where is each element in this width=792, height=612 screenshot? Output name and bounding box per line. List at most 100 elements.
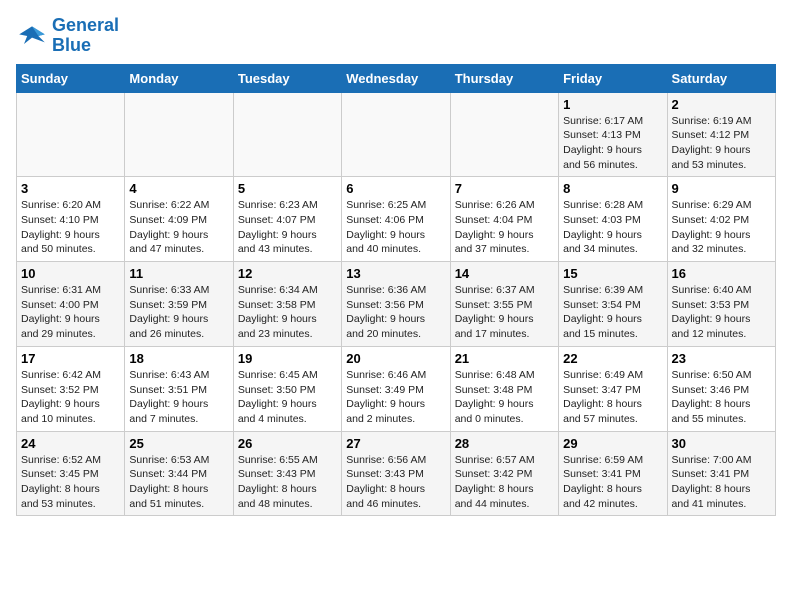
calendar-cell: 3 Sunrise: 6:20 AM Sunset: 4:10 PM Daylig… <box>17 177 125 262</box>
calendar-cell: 2Sunrise: 6:19 AM Sunset: 4:12 PM Daylig… <box>667 92 775 177</box>
day-info: Sunrise: 6:37 AM Sunset: 3:55 PM Dayligh… <box>455 283 554 342</box>
day-number: 23 <box>672 351 771 366</box>
calendar-cell: 21 Sunrise: 6:48 AM Sunset: 3:48 PM Dayli… <box>450 346 558 431</box>
calendar-cell: 27 Sunrise: 6:56 AM Sunset: 3:43 PM Dayli… <box>342 431 450 516</box>
day-number: 15 <box>563 266 662 281</box>
day-number: 20 <box>346 351 445 366</box>
calendar-cell: 12 Sunrise: 6:34 AM Sunset: 3:58 PM Dayli… <box>233 262 341 347</box>
calendar-cell: 11 Sunrise: 6:33 AM Sunset: 3:59 PM Dayli… <box>125 262 233 347</box>
day-info: Sunrise: 6:50 AM Sunset: 3:46 PM Dayligh… <box>672 368 771 427</box>
calendar-cell: 22 Sunrise: 6:49 AM Sunset: 3:47 PM Dayli… <box>559 346 667 431</box>
calendar-cell: 10 Sunrise: 6:31 AM Sunset: 4:00 PM Dayli… <box>17 262 125 347</box>
day-info: Sunrise: 6:46 AM Sunset: 3:49 PM Dayligh… <box>346 368 445 427</box>
day-number: 26 <box>238 436 337 451</box>
day-number: 29 <box>563 436 662 451</box>
day-info: Sunrise: 6:39 AM Sunset: 3:54 PM Dayligh… <box>563 283 662 342</box>
day-number: 3 <box>21 181 120 196</box>
day-number: 2 <box>672 97 771 112</box>
day-info: Sunrise: 6:57 AM Sunset: 3:42 PM Dayligh… <box>455 453 554 512</box>
day-info: Sunrise: 6:17 AM Sunset: 4:13 PM Dayligh… <box>563 114 662 173</box>
day-info: Sunrise: 6:31 AM Sunset: 4:00 PM Dayligh… <box>21 283 120 342</box>
col-header-monday: Monday <box>125 64 233 92</box>
calendar-cell: 14 Sunrise: 6:37 AM Sunset: 3:55 PM Dayli… <box>450 262 558 347</box>
day-number: 22 <box>563 351 662 366</box>
col-header-thursday: Thursday <box>450 64 558 92</box>
day-info: Sunrise: 6:29 AM Sunset: 4:02 PM Dayligh… <box>672 198 771 257</box>
logo-text: GeneralBlue <box>52 16 119 56</box>
day-info: Sunrise: 6:20 AM Sunset: 4:10 PM Dayligh… <box>21 198 120 257</box>
page-header: GeneralBlue <box>16 16 776 56</box>
calendar-cell: 28 Sunrise: 6:57 AM Sunset: 3:42 PM Dayli… <box>450 431 558 516</box>
day-info: Sunrise: 6:52 AM Sunset: 3:45 PM Dayligh… <box>21 453 120 512</box>
calendar-cell: 18 Sunrise: 6:43 AM Sunset: 3:51 PM Dayli… <box>125 346 233 431</box>
day-info: Sunrise: 6:42 AM Sunset: 3:52 PM Dayligh… <box>21 368 120 427</box>
calendar-cell <box>17 92 125 177</box>
calendar-cell: 24 Sunrise: 6:52 AM Sunset: 3:45 PM Dayli… <box>17 431 125 516</box>
calendar-week-3: 17 Sunrise: 6:42 AM Sunset: 3:52 PM Dayli… <box>17 346 776 431</box>
day-info: Sunrise: 6:23 AM Sunset: 4:07 PM Dayligh… <box>238 198 337 257</box>
day-number: 6 <box>346 181 445 196</box>
calendar-cell: 7Sunrise: 6:26 AM Sunset: 4:04 PM Daylig… <box>450 177 558 262</box>
calendar-cell: 19 Sunrise: 6:45 AM Sunset: 3:50 PM Dayli… <box>233 346 341 431</box>
day-number: 27 <box>346 436 445 451</box>
day-number: 1 <box>563 97 662 112</box>
day-info: Sunrise: 6:25 AM Sunset: 4:06 PM Dayligh… <box>346 198 445 257</box>
calendar-cell <box>450 92 558 177</box>
day-info: Sunrise: 6:33 AM Sunset: 3:59 PM Dayligh… <box>129 283 228 342</box>
day-info: Sunrise: 6:55 AM Sunset: 3:43 PM Dayligh… <box>238 453 337 512</box>
day-number: 4 <box>129 181 228 196</box>
calendar-week-4: 24 Sunrise: 6:52 AM Sunset: 3:45 PM Dayli… <box>17 431 776 516</box>
calendar-cell: 17 Sunrise: 6:42 AM Sunset: 3:52 PM Dayli… <box>17 346 125 431</box>
day-number: 21 <box>455 351 554 366</box>
day-number: 8 <box>563 181 662 196</box>
day-info: Sunrise: 6:26 AM Sunset: 4:04 PM Dayligh… <box>455 198 554 257</box>
day-info: Sunrise: 6:49 AM Sunset: 3:47 PM Dayligh… <box>563 368 662 427</box>
calendar-cell: 9 Sunrise: 6:29 AM Sunset: 4:02 PM Daylig… <box>667 177 775 262</box>
col-header-sunday: Sunday <box>17 64 125 92</box>
day-number: 14 <box>455 266 554 281</box>
col-header-wednesday: Wednesday <box>342 64 450 92</box>
calendar-cell: 26 Sunrise: 6:55 AM Sunset: 3:43 PM Dayli… <box>233 431 341 516</box>
day-info: Sunrise: 6:43 AM Sunset: 3:51 PM Dayligh… <box>129 368 228 427</box>
day-number: 25 <box>129 436 228 451</box>
day-info: Sunrise: 6:45 AM Sunset: 3:50 PM Dayligh… <box>238 368 337 427</box>
day-number: 19 <box>238 351 337 366</box>
day-number: 10 <box>21 266 120 281</box>
day-info: Sunrise: 6:34 AM Sunset: 3:58 PM Dayligh… <box>238 283 337 342</box>
logo: GeneralBlue <box>16 16 119 56</box>
calendar-cell: 23 Sunrise: 6:50 AM Sunset: 3:46 PM Dayli… <box>667 346 775 431</box>
day-number: 24 <box>21 436 120 451</box>
day-number: 9 <box>672 181 771 196</box>
day-number: 13 <box>346 266 445 281</box>
day-info: Sunrise: 6:56 AM Sunset: 3:43 PM Dayligh… <box>346 453 445 512</box>
col-header-saturday: Saturday <box>667 64 775 92</box>
calendar-cell: 1 Sunrise: 6:17 AM Sunset: 4:13 PM Daylig… <box>559 92 667 177</box>
calendar-cell: 13 Sunrise: 6:36 AM Sunset: 3:56 PM Dayli… <box>342 262 450 347</box>
day-info: Sunrise: 6:53 AM Sunset: 3:44 PM Dayligh… <box>129 453 228 512</box>
day-info: Sunrise: 6:36 AM Sunset: 3:56 PM Dayligh… <box>346 283 445 342</box>
col-header-friday: Friday <box>559 64 667 92</box>
calendar-cell: 16 Sunrise: 6:40 AM Sunset: 3:53 PM Dayli… <box>667 262 775 347</box>
day-info: Sunrise: 7:00 AM Sunset: 3:41 PM Dayligh… <box>672 453 771 512</box>
calendar-week-0: 1 Sunrise: 6:17 AM Sunset: 4:13 PM Daylig… <box>17 92 776 177</box>
day-info: Sunrise: 6:48 AM Sunset: 3:48 PM Dayligh… <box>455 368 554 427</box>
calendar-cell: 6 Sunrise: 6:25 AM Sunset: 4:06 PM Daylig… <box>342 177 450 262</box>
day-info: Sunrise: 6:28 AM Sunset: 4:03 PM Dayligh… <box>563 198 662 257</box>
day-number: 18 <box>129 351 228 366</box>
calendar-header-row: SundayMondayTuesdayWednesdayThursdayFrid… <box>17 64 776 92</box>
day-number: 12 <box>238 266 337 281</box>
calendar-cell: 5 Sunrise: 6:23 AM Sunset: 4:07 PM Daylig… <box>233 177 341 262</box>
calendar-cell: 4 Sunrise: 6:22 AM Sunset: 4:09 PM Daylig… <box>125 177 233 262</box>
day-number: 30 <box>672 436 771 451</box>
col-header-tuesday: Tuesday <box>233 64 341 92</box>
day-info: Sunrise: 6:40 AM Sunset: 3:53 PM Dayligh… <box>672 283 771 342</box>
day-info: Sunrise: 6:59 AM Sunset: 3:41 PM Dayligh… <box>563 453 662 512</box>
day-number: 11 <box>129 266 228 281</box>
day-number: 28 <box>455 436 554 451</box>
calendar-week-1: 3 Sunrise: 6:20 AM Sunset: 4:10 PM Daylig… <box>17 177 776 262</box>
logo-icon <box>16 20 48 52</box>
day-info: Sunrise: 6:22 AM Sunset: 4:09 PM Dayligh… <box>129 198 228 257</box>
day-number: 17 <box>21 351 120 366</box>
day-number: 16 <box>672 266 771 281</box>
day-number: 5 <box>238 181 337 196</box>
